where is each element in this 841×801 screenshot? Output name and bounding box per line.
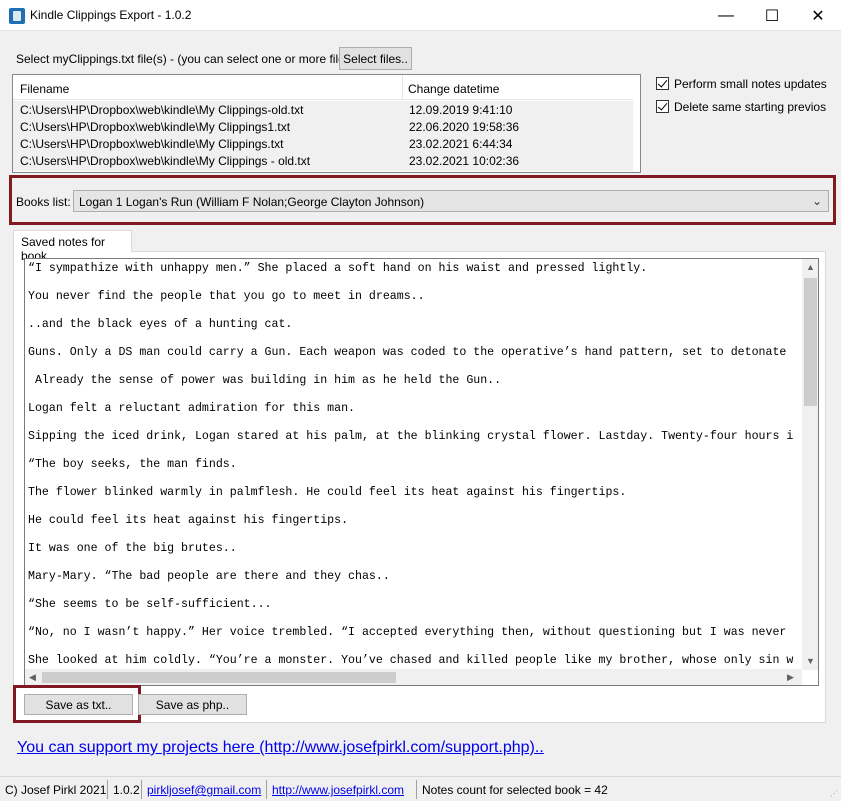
books-list-label: Books list:: [16, 195, 71, 209]
file-datetime: 23.02.2021 10:02:36: [409, 154, 520, 168]
window-title: Kindle Clippings Export - 1.0.2: [30, 8, 192, 22]
small-notes-checkbox[interactable]: [656, 77, 669, 90]
chevron-down-icon: ⌄: [811, 194, 822, 208]
note-line: He could feel its heat against his finge…: [28, 514, 349, 527]
notes-text-content: “I sympathize with unhappy men.” She pla…: [28, 259, 798, 669]
note-line: Sipping the iced drink, Logan stared at …: [28, 430, 794, 443]
status-divider: [416, 780, 417, 799]
status-copyright: C) Josef Pirkl 2021: [5, 783, 107, 797]
horizontal-scrollbar[interactable]: ◀ ▶: [25, 669, 802, 685]
delete-same-checkbox[interactable]: [656, 100, 669, 113]
vertical-scrollbar[interactable]: ▲ ▼: [802, 259, 818, 670]
app-icon: [9, 8, 25, 24]
file-datetime: 22.06.2020 19:58:36: [409, 120, 520, 134]
note-line: You never find the people that you go to…: [28, 290, 425, 303]
note-line: “I sympathize with unhappy men.” She pla…: [28, 262, 648, 275]
scroll-left-icon[interactable]: ◀: [29, 672, 36, 683]
column-divider[interactable]: [402, 75, 403, 99]
status-website-link[interactable]: http://www.josefpirkl.com: [272, 783, 404, 797]
books-list-dropdown[interactable]: Logan 1 Logan's Run (William F Nolan;Geo…: [73, 190, 829, 212]
close-button[interactable]: ✕: [795, 0, 841, 31]
file-row[interactable]: C:\Users\HP\Dropbox\web\kindle\My Clippi…: [13, 135, 633, 152]
file-name: C:\Users\HP\Dropbox\web\kindle\My Clippi…: [20, 154, 311, 168]
status-bar: C) Josef Pirkl 2021 1.0.2 pirkljosef@gma…: [0, 776, 841, 801]
note-line: She looked at him coldly. “You’re a mons…: [28, 654, 794, 667]
minimize-button[interactable]: —: [703, 0, 749, 31]
files-list-header: Filename Change datetime: [13, 75, 633, 100]
note-line: “The boy seeks, the man finds.: [28, 458, 237, 471]
note-line: Already the sense of power was building …: [28, 374, 502, 387]
scroll-down-icon[interactable]: ▼: [806, 656, 815, 666]
support-link[interactable]: You can support my projects here (http:/…: [17, 739, 544, 757]
title-bar: Kindle Clippings Export - 1.0.2 — ☐ ✕: [0, 0, 841, 31]
files-list[interactable]: Filename Change datetime C:\Users\HP\Dro…: [12, 74, 641, 173]
file-datetime: 23.02.2021 6:44:34: [409, 137, 513, 151]
scroll-right-icon[interactable]: ▶: [787, 672, 794, 683]
note-line: “No, no I wasn’t happy.” Her voice tremb…: [28, 626, 787, 639]
small-notes-label[interactable]: Perform small notes updates: [674, 77, 827, 91]
select-files-prompt: Select myClippings.txt file(s) - (you ca…: [16, 52, 359, 66]
file-row[interactable]: C:\Users\HP\Dropbox\web\kindle\My Clippi…: [13, 118, 633, 135]
note-line: The flower blinked warmly in palmflesh. …: [28, 486, 627, 499]
file-datetime: 12.09.2019 9:41:10: [409, 103, 513, 117]
note-line: Guns. Only a DS man could carry a Gun. E…: [28, 346, 787, 359]
delete-same-label[interactable]: Delete same starting previos: [674, 100, 826, 114]
file-row[interactable]: C:\Users\HP\Dropbox\web\kindle\My Clippi…: [13, 101, 633, 118]
scroll-up-icon[interactable]: ▲: [806, 262, 815, 272]
save-php-button[interactable]: Save as php..: [138, 694, 247, 715]
status-version: 1.0.2: [113, 783, 140, 797]
status-divider: [266, 780, 267, 799]
books-list-selected: Logan 1 Logan's Run (William F Nolan;Geo…: [79, 195, 425, 209]
column-header-datetime[interactable]: Change datetime: [408, 82, 499, 96]
vertical-scroll-thumb[interactable]: [804, 278, 817, 406]
status-divider: [141, 780, 142, 799]
resize-grip-icon[interactable]: ⋰: [830, 790, 838, 798]
note-line: Logan felt a reluctant admiration for th…: [28, 402, 355, 415]
file-name: C:\Users\HP\Dropbox\web\kindle\My Clippi…: [20, 137, 284, 151]
note-line: It was one of the big brutes..: [28, 542, 237, 555]
tab-saved-notes[interactable]: Saved notes for book: [13, 230, 132, 263]
select-files-button[interactable]: Select files..: [339, 47, 412, 70]
files-list-body: C:\Users\HP\Dropbox\web\kindle\My Clippi…: [13, 101, 633, 171]
status-notes-count: Notes count for selected book = 42: [422, 783, 608, 797]
notes-text-area[interactable]: “I sympathize with unhappy men.” She pla…: [24, 258, 819, 686]
status-email-link[interactable]: pirkljosef@gmail.com: [147, 783, 261, 797]
note-line: ..and the black eyes of a hunting cat.: [28, 318, 293, 331]
file-name: C:\Users\HP\Dropbox\web\kindle\My Clippi…: [20, 120, 291, 134]
file-name: C:\Users\HP\Dropbox\web\kindle\My Clippi…: [20, 103, 304, 117]
column-header-filename[interactable]: Filename: [20, 82, 69, 96]
status-divider: [107, 780, 108, 799]
note-line: Mary-Mary. “The bad people are there and…: [28, 570, 390, 583]
file-row[interactable]: C:\Users\HP\Dropbox\web\kindle\My Clippi…: [13, 152, 633, 169]
horizontal-scroll-thumb[interactable]: [42, 672, 396, 683]
save-txt-button[interactable]: Save as txt..: [24, 694, 133, 715]
note-line: “She seems to be self-sufficient...: [28, 598, 272, 611]
maximize-button[interactable]: ☐: [749, 0, 795, 31]
